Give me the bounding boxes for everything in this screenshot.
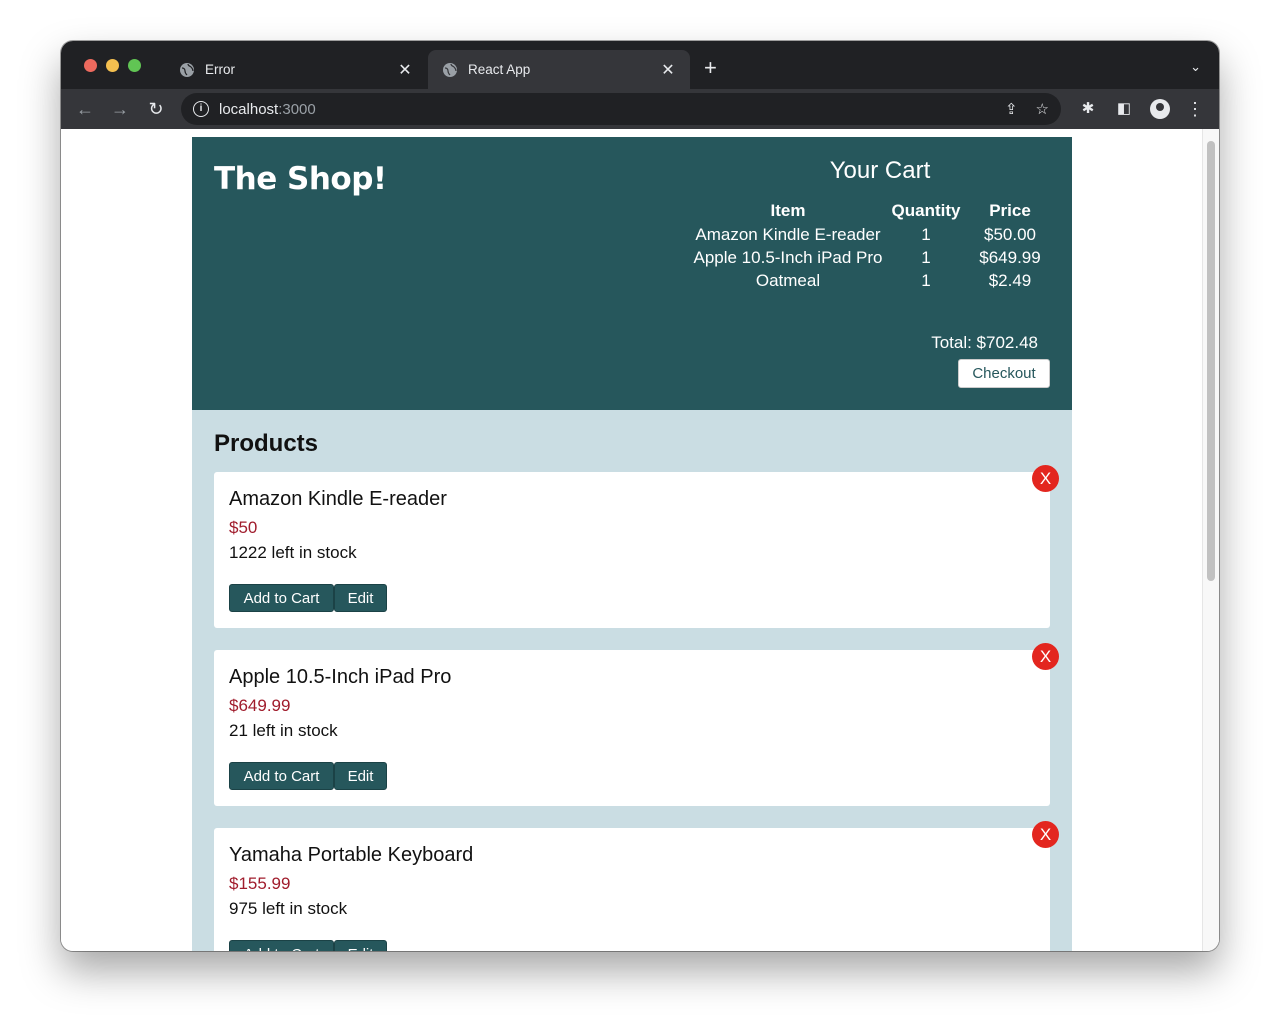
product-name: Yamaha Portable Keyboard [229, 844, 474, 866]
product-price: $649.99 [229, 696, 291, 715]
cart-item-quantity: 1 [921, 247, 931, 267]
edit-button[interactable]: Edit [334, 940, 387, 951]
cart-row: Apple 10.5-Inch iPad Pro 1 $649.99 [692, 246, 1052, 269]
tab-react-app[interactable]: React App ✕ [428, 50, 690, 89]
scrollbar-thumb[interactable] [1207, 141, 1215, 581]
browser-toolbar: ← → ↻ i localhost:3000 ⇪ ☆ ✱ ◧ ⋮ [61, 89, 1219, 129]
checkout-button[interactable]: Checkout [958, 359, 1050, 388]
add-to-cart-button[interactable]: Add to Cart [229, 762, 334, 790]
cart-row: Oatmeal 1 $2.49 [692, 269, 1052, 292]
column-header-item: Item [770, 201, 806, 220]
tab-search-icon[interactable]: ⌄ [1190, 59, 1201, 75]
cart-table-header: Item Quantity Price [692, 199, 1052, 223]
cart-row: Amazon Kindle E-reader 1 $50.00 [692, 223, 1052, 246]
close-window-button[interactable] [84, 59, 97, 72]
cart-total: Total: $702.48 [931, 333, 1038, 352]
cart-item-quantity: 1 [921, 270, 931, 290]
cart-item-quantity: 1 [921, 224, 931, 244]
tab-error[interactable]: Error ✕ [165, 50, 427, 89]
maximize-window-button[interactable] [128, 59, 141, 72]
product-price: $155.99 [229, 874, 291, 893]
products-heading: Products [214, 430, 319, 457]
new-tab-button[interactable]: + [704, 56, 717, 80]
product-name: Apple 10.5-Inch iPad Pro [229, 666, 452, 688]
cart-item-price: $50.00 [984, 224, 1036, 244]
cart-title: Your Cart [829, 157, 931, 184]
add-to-cart-button[interactable]: Add to Cart [229, 940, 334, 951]
cart-item-name: Apple 10.5-Inch iPad Pro [693, 247, 883, 267]
tab-title: React App [468, 62, 531, 77]
side-panel-icon[interactable]: ◧ [1114, 99, 1134, 119]
share-icon[interactable]: ⇪ [1005, 100, 1018, 118]
product-stock: 21 left in stock [229, 721, 338, 740]
column-header-price: Price [989, 201, 1031, 220]
close-tab-icon[interactable]: ✕ [660, 60, 676, 80]
product-card: Amazon Kindle E-reader $50 1222 left in … [214, 465, 1059, 628]
shop-header: The Shop! Your Cart Item Quantity Price [192, 137, 1072, 410]
profile-avatar-icon[interactable] [1150, 99, 1170, 119]
cart-table: Item Quantity Price Amazon Kindle E-read… [692, 199, 1052, 292]
edit-button[interactable]: Edit [334, 584, 387, 612]
column-header-quantity: Quantity [891, 201, 961, 220]
product-stock: 1222 left in stock [229, 543, 357, 562]
product-name: Amazon Kindle E-reader [229, 488, 447, 510]
extensions-icon[interactable]: ✱ [1078, 99, 1098, 119]
add-to-cart-button[interactable]: Add to Cart [229, 584, 334, 612]
browser-menu-icon[interactable]: ⋮ [1186, 99, 1204, 119]
product-actions: Add to Cart Edit [229, 762, 387, 790]
address-bar[interactable]: i localhost:3000 ⇪ ☆ [181, 93, 1061, 125]
product-card: Yamaha Portable Keyboard $155.99 975 lef… [214, 821, 1059, 951]
product-actions: Add to Cart Edit [229, 940, 387, 951]
title-bar: Error ✕ React App ✕ + ⌄ [61, 41, 1219, 89]
close-tab-icon[interactable]: ✕ [397, 60, 413, 80]
cart-item-name: Amazon Kindle E-reader [695, 224, 881, 244]
tab-title: Error [205, 62, 235, 77]
forward-button[interactable]: → [108, 97, 132, 121]
product-card: Apple 10.5-Inch iPad Pro $649.99 21 left… [214, 643, 1059, 806]
browser-window: Error ✕ React App ✕ + ⌄ ← → ↻ i localhos… [61, 41, 1219, 951]
page-scrollbar[interactable] [1202, 129, 1219, 951]
cart-item-name: Oatmeal [755, 270, 821, 290]
bookmark-star-icon[interactable]: ☆ [1036, 100, 1049, 118]
url-port: :3000 [278, 100, 316, 118]
url-host: localhost [219, 100, 279, 118]
cart-item-price: $2.49 [988, 270, 1032, 290]
delete-product-button[interactable]: X [1032, 465, 1059, 492]
page-viewport: The Shop! Your Cart Item Quantity Price [61, 129, 1219, 951]
product-stock: 975 left in stock [229, 899, 348, 918]
minimize-window-button[interactable] [106, 59, 119, 72]
reload-button[interactable]: ↻ [144, 97, 168, 121]
globe-icon [443, 62, 457, 77]
product-actions: Add to Cart Edit [229, 584, 387, 612]
globe-icon [180, 62, 194, 77]
edit-button[interactable]: Edit [334, 762, 387, 790]
info-icon[interactable]: i [193, 101, 209, 117]
cart-panel: Your Cart Item Quantity Price Amazon Kin… [692, 157, 1052, 352]
back-button[interactable]: ← [73, 97, 97, 121]
shop-app: The Shop! Your Cart Item Quantity Price [192, 137, 1072, 951]
product-price: $50 [229, 518, 258, 537]
cart-item-price: $649.99 [979, 247, 1041, 267]
delete-product-button[interactable]: X [1032, 821, 1059, 848]
delete-product-button[interactable]: X [1032, 643, 1059, 670]
shop-logo: The Shop! [214, 161, 387, 197]
